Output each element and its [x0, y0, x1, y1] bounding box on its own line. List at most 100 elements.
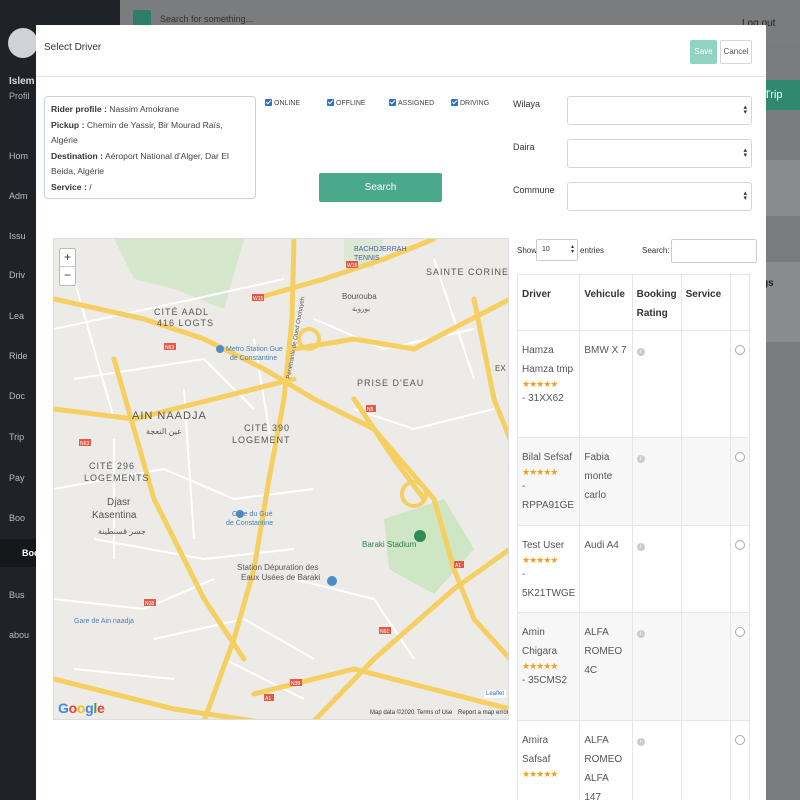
column-header-service[interactable]: Service [680, 274, 731, 331]
rating-stars-icon: ★★★★★ [522, 769, 558, 779]
page-size-select[interactable]: 10 ▴ ▾ [536, 239, 578, 261]
select-driver-radio[interactable] [734, 452, 745, 462]
column-header-vehicule[interactable]: Vehicule [579, 274, 633, 331]
filter-online-label: ONLINE [274, 100, 301, 107]
zoom-in-button[interactable]: + [60, 249, 75, 267]
zoom-out-button[interactable]: − [60, 267, 75, 285]
select-driver-radio[interactable] [734, 735, 745, 745]
table-search-input[interactable] [671, 239, 757, 263]
app-search-input[interactable]: Search for something... [160, 14, 253, 24]
table-row[interactable]: Amira Safsaf ★★★★★ ALFA ROMEO ALFA 147 i [516, 720, 751, 800]
select-driver-radio[interactable] [734, 540, 745, 550]
select-driver-radio[interactable] [734, 345, 745, 355]
map-canvas: W15 W15 N5 N63 N63 N38 A1 A1 N38 N61 SAI… [54, 239, 509, 719]
select-driver-radio[interactable] [734, 627, 745, 637]
map-label: Metro Station Gue [226, 346, 283, 353]
map-label: PRISE D'EAU [357, 378, 424, 388]
station-pin-icon [327, 576, 337, 586]
table-row[interactable]: Bilal Sefsaf ★★★★★ - RPPA91GE Fabia monte … [516, 437, 751, 526]
map-label: BACHDJERRAH [354, 246, 407, 253]
map-label: CITÉ AADL [154, 307, 209, 317]
save-button[interactable]: Save [690, 40, 717, 64]
commune-label: Commune [513, 185, 555, 195]
sidebar-item-business[interactable]: Bus [0, 590, 36, 600]
rating-stars-icon: ★★★★★ [522, 379, 558, 389]
map-label: SAINTE CORINE [426, 267, 509, 277]
sidebar-item-issues[interactable]: Issu [0, 231, 36, 241]
sidebar-item-payments[interactable]: Pay [0, 473, 36, 483]
driver-name: Amin Chigara [522, 627, 558, 657]
map-label: 416 LOGTS [157, 318, 214, 328]
rider-profile-label: Rider profile : [51, 104, 107, 114]
sidebar-item-trips[interactable]: Trip [0, 432, 36, 442]
avatar [8, 28, 38, 58]
sidebar-item-leads[interactable]: Lea [0, 311, 36, 321]
info-icon[interactable]: i [636, 738, 645, 746]
map-label: AIN NAADJA [132, 410, 207, 422]
terms-of-use-link[interactable]: Terms of Use [417, 710, 452, 716]
driver-plate: - 35CMS2 [522, 675, 568, 686]
checkbox-checked-icon [327, 99, 334, 106]
sidebar-item-bookings-active[interactable]: Boo [0, 539, 36, 567]
info-icon[interactable]: i [636, 348, 645, 356]
cancel-button[interactable]: Cancel [720, 40, 752, 64]
filter-offline-checkbox[interactable]: OFFLINE [327, 99, 366, 107]
map-label: Bourouba [342, 292, 377, 301]
rider-profile-value: Nassim Amokrane [109, 104, 179, 114]
leaflet-link[interactable]: Leaflet [484, 690, 507, 698]
user-profile-link[interactable]: Profil [9, 91, 35, 101]
info-icon[interactable]: i [636, 543, 645, 551]
table-row[interactable]: Hamza Hamza tmp ★★★★★ - 31XX62 BMW X 7 i [516, 330, 751, 438]
map-zoom-control: + − [59, 248, 76, 286]
sidebar-item-riders[interactable]: Ride [0, 351, 36, 361]
filter-offline-label: OFFLINE [336, 100, 366, 107]
report-map-error-link[interactable]: Report a map error [458, 710, 508, 716]
wilaya-select[interactable]: ▴ ▾ [567, 96, 752, 125]
filter-driving-checkbox[interactable]: DRIVING [451, 99, 489, 107]
map-label: TENNIS [354, 255, 380, 262]
column-header-driver[interactable]: Driver [516, 274, 581, 331]
map-label: Baraki Stadium [362, 540, 417, 549]
info-icon[interactable]: i [636, 630, 645, 638]
road-shield-a1-label: A1 [455, 563, 461, 569]
map-label: جسر قسنطينة [98, 527, 146, 536]
select-driver-modal: Select Driver Save Cancel Rider profile … [36, 25, 766, 800]
vehicle-name: Fabia monte carlo [579, 437, 633, 526]
search-button[interactable]: Search [319, 173, 442, 202]
column-header-booking-rating[interactable]: Booking Rating [631, 274, 682, 331]
checkbox-checked-icon [389, 99, 396, 106]
map[interactable]: W15 W15 N5 N63 N63 N38 A1 A1 N38 N61 SAI… [53, 238, 509, 720]
service-cell [680, 720, 731, 800]
service-value: / [89, 181, 92, 192]
map-label: Djasr [107, 497, 131, 508]
show-label: Show [517, 246, 538, 255]
map-label: LOGEMENTS [84, 473, 150, 483]
map-label: بوروبة [352, 306, 370, 313]
table-row[interactable]: Test User ★★★★★ - 5K21TWGE Audi A4 i [516, 525, 751, 613]
road-shield-n63-label: N63 [165, 345, 174, 351]
sidebar-item-documents[interactable]: Doc [0, 391, 36, 401]
map-label: عين النعجة [146, 427, 182, 436]
map-label: de Constantine [226, 520, 273, 527]
filter-online-checkbox[interactable]: ONLINE [265, 99, 300, 107]
map-label: de Constantine [230, 355, 277, 362]
road-shield-a1-label: A1 [265, 696, 271, 702]
sidebar-item-drivers[interactable]: Driv [0, 270, 36, 280]
vehicle-name: BMW X 7 [579, 330, 633, 438]
road-shield-n38-label: N38 [291, 681, 300, 687]
drivers-table: Driver Vehicule Booking Rating Service H… [516, 274, 751, 800]
map-label: CITÉ 390 [244, 423, 290, 433]
sidebar-item-about[interactable]: abou [0, 630, 36, 640]
commune-select[interactable]: ▴ ▾ [567, 182, 752, 211]
table-row[interactable]: Amin Chigara ★★★★★ - 35CMS2 ALFA ROMEO 4C … [516, 612, 751, 721]
info-icon[interactable]: i [636, 455, 645, 463]
select-arrows-icon: ▴ ▾ [743, 190, 747, 202]
daira-label: Daira [513, 142, 535, 152]
filter-assigned-checkbox[interactable]: ASSIGNED [389, 99, 434, 107]
sidebar-item-home[interactable]: Hom [0, 151, 36, 161]
daira-select[interactable]: ▴ ▾ [567, 139, 752, 168]
driver-plate: - 31XX62 [522, 393, 564, 404]
sidebar-item-admin[interactable]: Adm [0, 191, 36, 201]
sidebar-item-bookings[interactable]: Boo [0, 513, 36, 523]
road-shield-w15-label: W15 [253, 296, 264, 302]
